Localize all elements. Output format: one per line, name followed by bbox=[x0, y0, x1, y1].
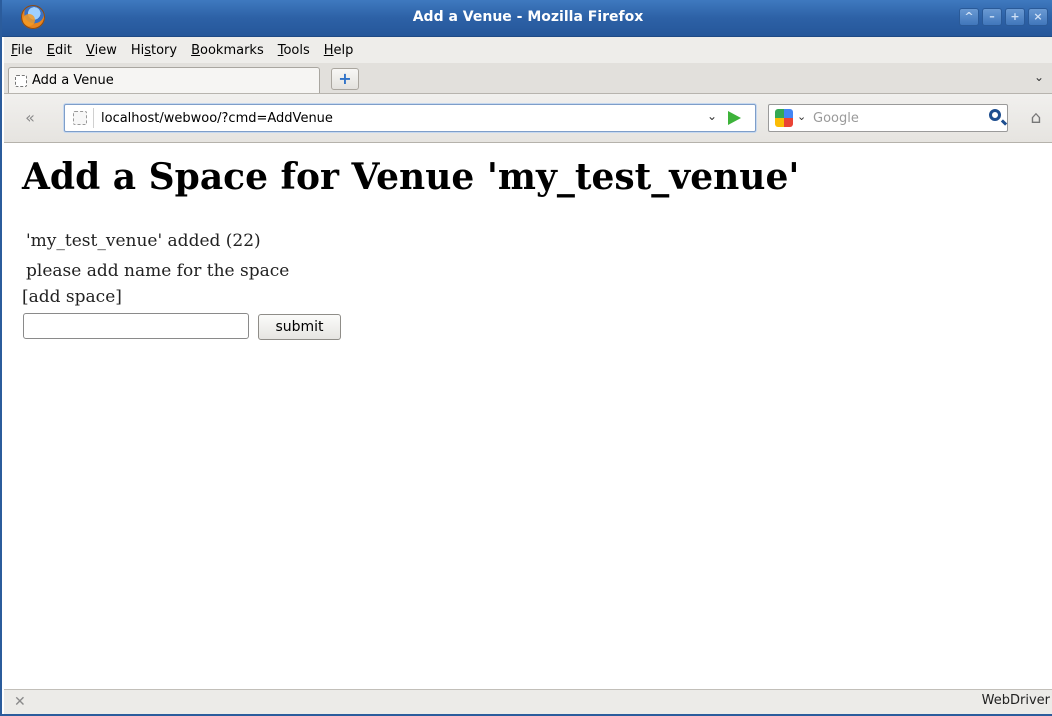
maximize-window-button[interactable]: + bbox=[1005, 8, 1025, 26]
title-bar: Add a Venue - Mozilla Firefox ^ – + × bbox=[2, 0, 1052, 37]
shade-window-button[interactable]: ^ bbox=[959, 8, 979, 26]
add-space-label: [add space] bbox=[22, 287, 122, 307]
menu-help[interactable]: Help bbox=[317, 43, 361, 58]
go-arrow-icon[interactable] bbox=[728, 111, 741, 125]
window-title: Add a Venue - Mozilla Firefox bbox=[412, 9, 644, 25]
menu-history[interactable]: History bbox=[124, 43, 184, 58]
navigation-toolbar: « ⌄ ⌄ ⌂ bbox=[4, 94, 1052, 143]
url-divider bbox=[93, 108, 94, 128]
tab-bar: Add a Venue + ⌄ bbox=[4, 63, 1052, 94]
back-button[interactable]: « bbox=[18, 107, 42, 129]
close-window-button[interactable]: × bbox=[1028, 8, 1048, 26]
url-history-dropdown-icon[interactable]: ⌄ bbox=[707, 109, 717, 123]
new-tab-button[interactable]: + bbox=[331, 68, 359, 90]
submit-button[interactable]: submit bbox=[258, 314, 341, 340]
home-button[interactable]: ⌂ bbox=[1026, 108, 1046, 128]
site-identity-icon[interactable] bbox=[73, 111, 87, 125]
url-input[interactable] bbox=[101, 107, 701, 129]
page-title: Add a Space for Venue 'my_test_venue' bbox=[22, 156, 800, 198]
space-name-input[interactable] bbox=[23, 313, 249, 339]
menu-file[interactable]: File bbox=[4, 43, 40, 58]
status-close-icon[interactable]: ✕ bbox=[14, 694, 26, 710]
page-content: Add a Space for Venue 'my_test_venue' 'm… bbox=[4, 143, 1052, 689]
venue-added-message: 'my_test_venue' added (22) bbox=[26, 231, 261, 251]
menu-edit[interactable]: Edit bbox=[40, 43, 79, 58]
menu-bookmarks[interactable]: Bookmarks bbox=[184, 43, 271, 58]
menu-bar: File Edit View History Bookmarks Tools H… bbox=[4, 37, 1052, 63]
engine-chevron-icon[interactable]: ⌄ bbox=[797, 110, 806, 123]
menu-view[interactable]: View bbox=[79, 43, 124, 58]
menu-tools[interactable]: Tools bbox=[271, 43, 317, 58]
tab-list-chevron-icon[interactable]: ⌄ bbox=[1034, 70, 1044, 84]
search-bar[interactable]: ⌄ bbox=[768, 104, 1008, 132]
search-magnifier-icon[interactable] bbox=[989, 109, 1001, 121]
url-bar[interactable]: ⌄ bbox=[64, 104, 756, 132]
instruction-text: please add name for the space bbox=[26, 261, 290, 281]
minimize-window-button[interactable]: – bbox=[982, 8, 1002, 26]
google-engine-icon[interactable] bbox=[775, 109, 793, 127]
page-favicon-icon bbox=[15, 74, 27, 87]
tab-add-a-venue[interactable]: Add a Venue bbox=[8, 67, 320, 93]
status-bar: ✕ WebDriver bbox=[4, 689, 1052, 714]
tab-label: Add a Venue bbox=[32, 73, 114, 88]
browser-window: Add a Venue - Mozilla Firefox ^ – + × Fi… bbox=[0, 0, 1052, 716]
window-controls: ^ – + × bbox=[959, 8, 1048, 26]
status-webdriver-label: WebDriver bbox=[981, 693, 1050, 708]
search-input[interactable] bbox=[813, 108, 963, 128]
